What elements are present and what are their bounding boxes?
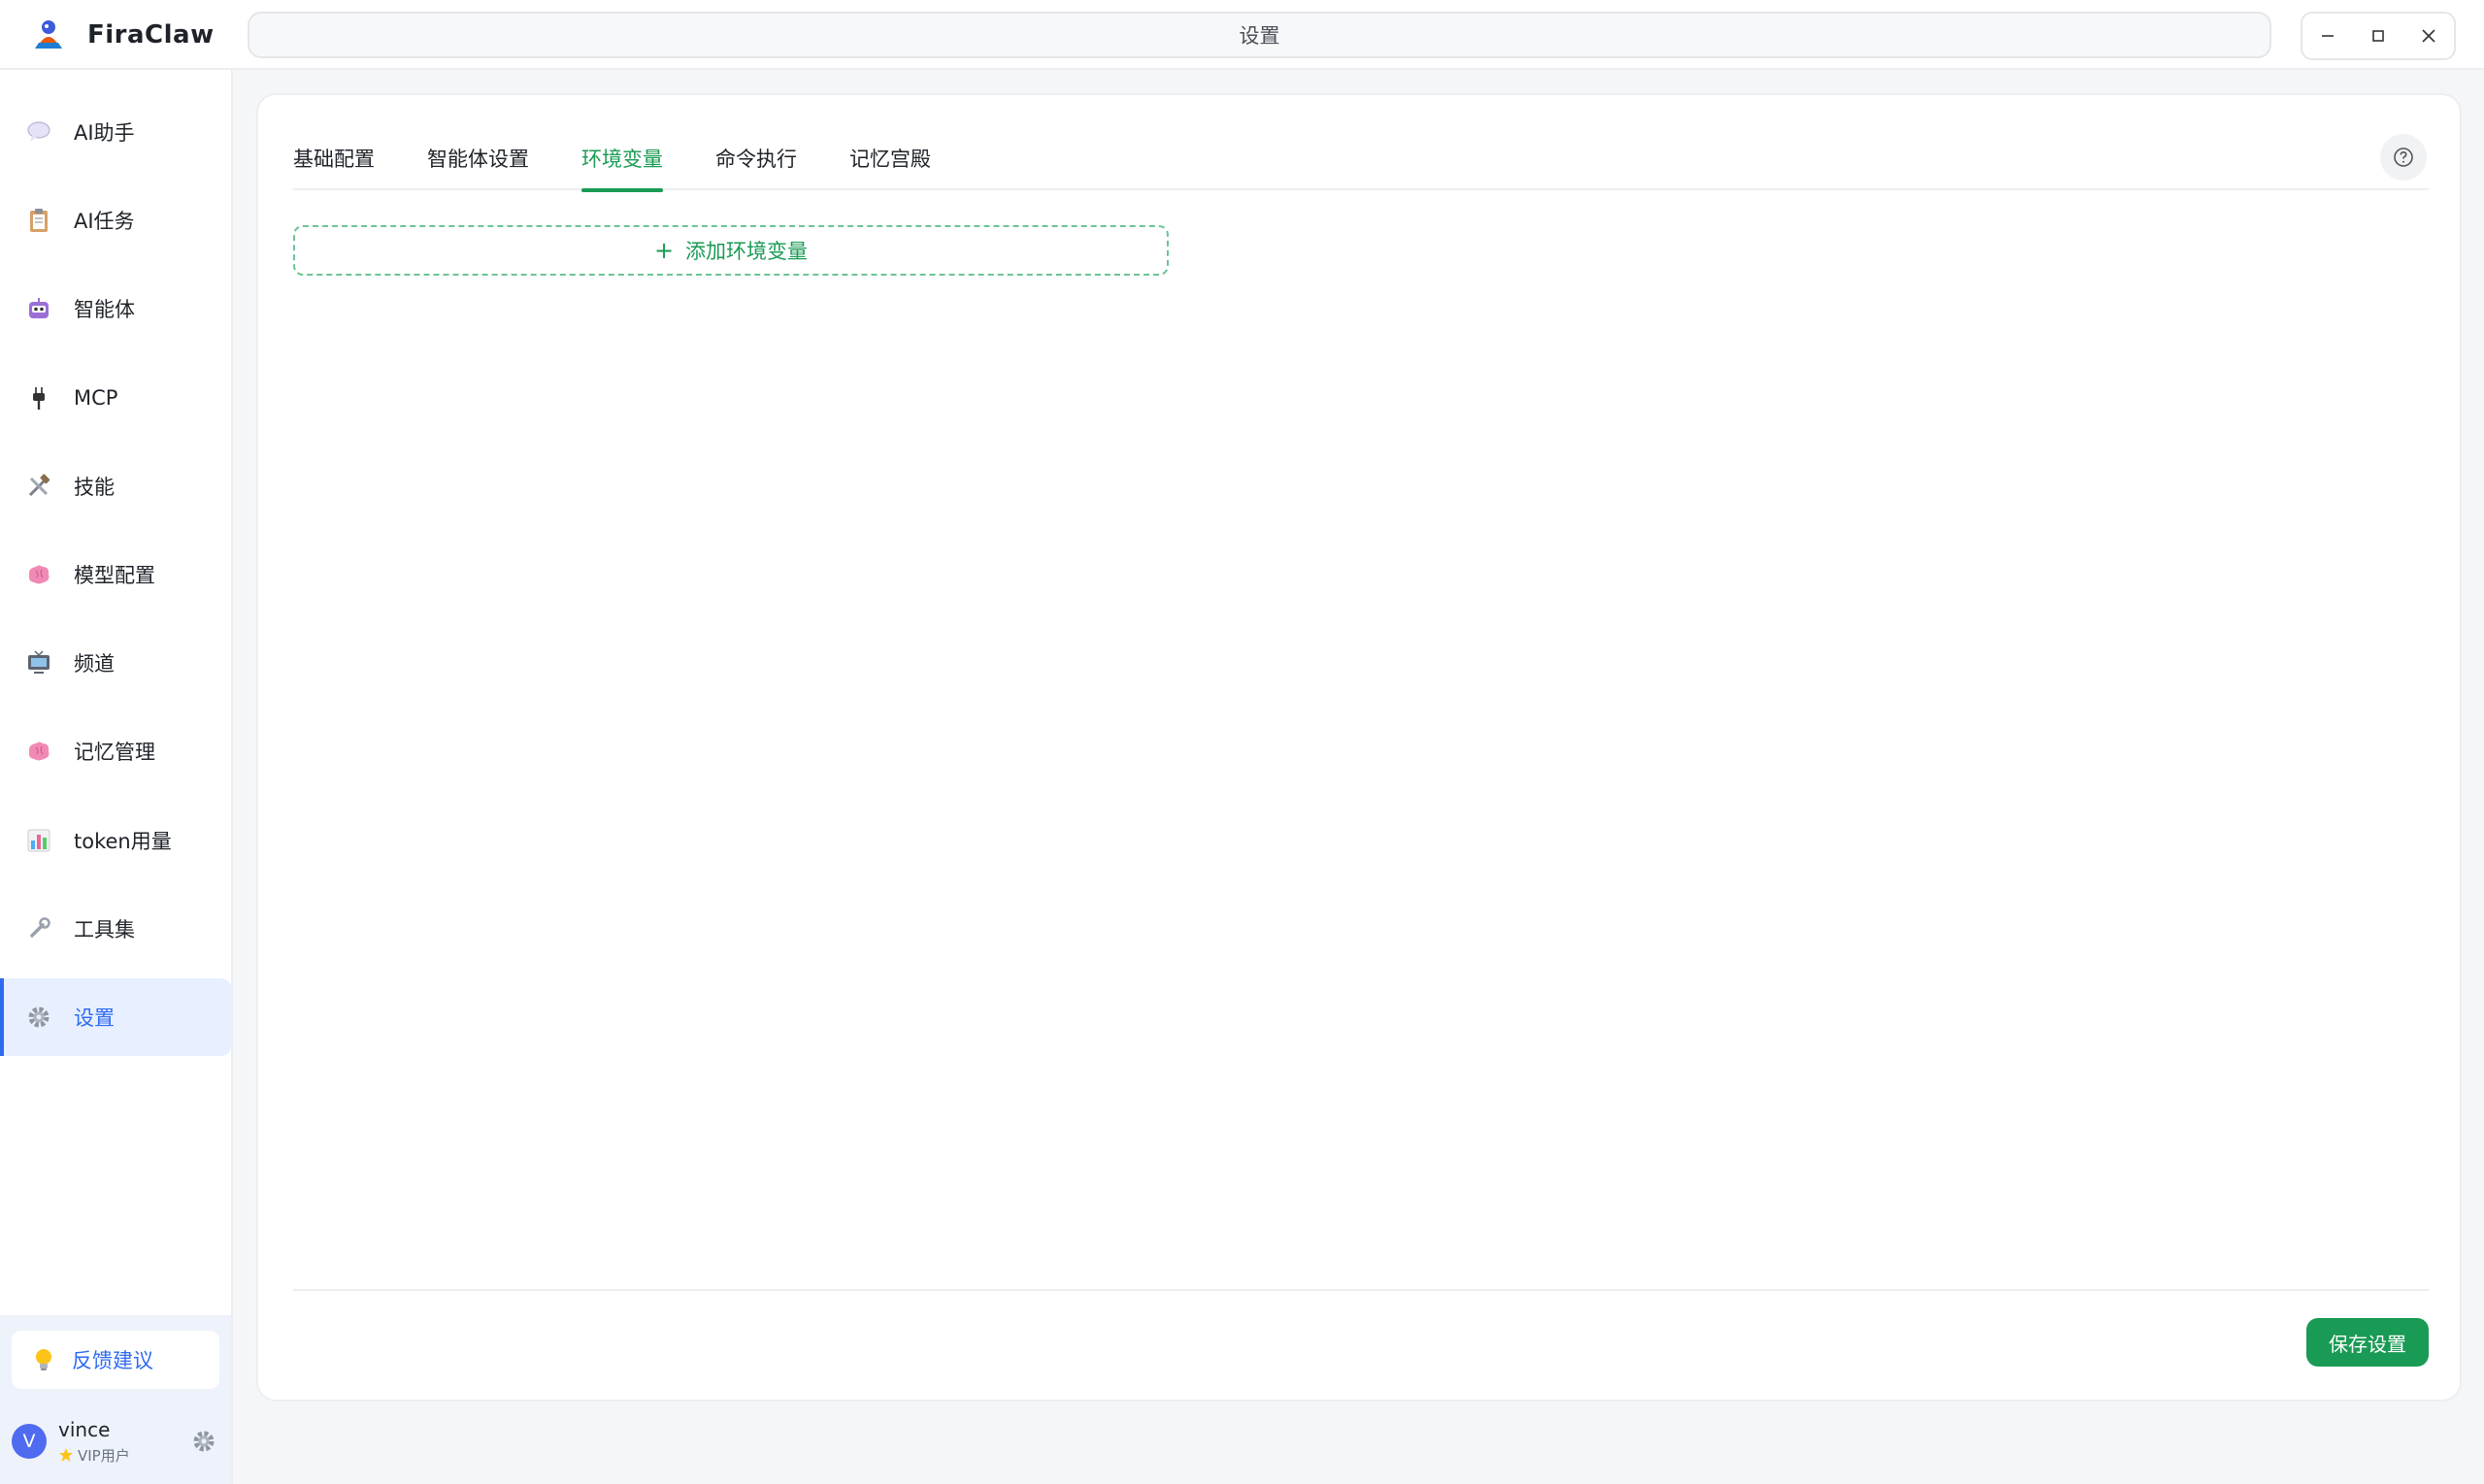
settings-panel: 基础配置 智能体设置 环境变量 命令执行 记忆宫殿 + 添加环境变量 保存设置 [256, 93, 2462, 1402]
minimize-icon [2322, 35, 2334, 37]
sidebar-item-model-config[interactable]: 模型配置 [0, 536, 231, 613]
sidebar-item-label: 技能 [74, 475, 115, 499]
sidebar-item-channels[interactable]: 频道 [0, 624, 231, 702]
gear-icon [23, 1002, 54, 1033]
sidebar-item-toolset[interactable]: 工具集 [0, 890, 231, 968]
add-env-variable-button[interactable]: + 添加环境变量 [293, 225, 1169, 276]
settings-tabs: 基础配置 智能体设置 环境变量 命令执行 记忆宫殿 [293, 134, 2429, 192]
add-env-label: 添加环境变量 [685, 240, 809, 263]
tv-icon [23, 647, 54, 678]
tab-memory-palace[interactable]: 记忆宫殿 [849, 134, 931, 190]
sidebar-item-label: AI助手 [74, 121, 135, 145]
user-info: vince VIP用户 [58, 1418, 130, 1466]
close-button[interactable] [2409, 16, 2448, 55]
help-button[interactable] [2380, 134, 2427, 181]
tab-agent-settings[interactable]: 智能体设置 [427, 134, 529, 190]
sidebar-nav: AI助手 AI任务 智能体 MCP 技能 模型配置 频道 记忆管理 token用… [0, 93, 231, 1067]
sidebar-item-ai-tasks[interactable]: AI任务 [0, 181, 231, 259]
sidebar-item-agents[interactable]: 智能体 [0, 270, 231, 347]
sidebar-item-settings[interactable]: 设置 [0, 977, 231, 1056]
sidebar-item-token-usage[interactable]: token用量 [0, 802, 231, 879]
sidebar-item-label: 工具集 [74, 917, 135, 941]
brand: FiraClaw [29, 14, 215, 56]
sidebar-item-ai-assistant[interactable]: AI助手 [0, 93, 231, 171]
maximize-icon [2372, 30, 2384, 42]
window-controls [2301, 12, 2456, 60]
app-name: FiraClaw [87, 20, 215, 49]
title-bar: FiraClaw 设置 [0, 0, 2484, 70]
app-window: FiraClaw 设置 AI助手 AI任务 智能体 MCP 技能 模型配置 频道… [0, 0, 2484, 1484]
question-circle-icon [2394, 148, 2413, 167]
plug-icon [23, 382, 54, 413]
sidebar-item-label: 记忆管理 [74, 741, 155, 765]
app-logo-icon [35, 20, 62, 49]
brain-icon [23, 559, 54, 590]
wrench-icon [23, 913, 54, 944]
close-icon [2422, 29, 2435, 43]
user-tier: VIP用户 [58, 1445, 130, 1466]
sidebar: AI助手 AI任务 智能体 MCP 技能 模型配置 频道 记忆管理 token用… [0, 70, 233, 1484]
tab-env-variables[interactable]: 环境变量 [581, 134, 663, 192]
feedback-button[interactable]: 反馈建议 [12, 1331, 219, 1389]
sidebar-item-skills[interactable]: 技能 [0, 447, 231, 525]
avatar[interactable]: V [12, 1424, 47, 1459]
sidebar-item-label: 模型配置 [74, 563, 155, 587]
save-settings-button[interactable]: 保存设置 [2306, 1318, 2429, 1367]
lightbulb-icon [36, 1349, 51, 1370]
sidebar-item-label: AI任务 [74, 210, 135, 234]
sidebar-item-label: 智能体 [74, 298, 135, 322]
chat-bubble-icon [23, 116, 54, 148]
plus-icon: + [653, 237, 675, 264]
clipboard-icon [23, 205, 54, 236]
sidebar-footer: 反馈建议 V vince VIP用户 [0, 1315, 231, 1484]
sidebar-item-label: token用量 [74, 829, 172, 853]
sidebar-item-label: 设置 [74, 1006, 115, 1030]
tab-basic-config[interactable]: 基础配置 [293, 134, 375, 190]
sidebar-item-mcp[interactable]: MCP [0, 359, 231, 437]
bar-chart-icon [23, 825, 54, 856]
sidebar-item-memory-management[interactable]: 记忆管理 [0, 712, 231, 790]
user-tier-label: VIP用户 [78, 1446, 130, 1465]
user-profile[interactable]: V vince VIP用户 [12, 1410, 223, 1472]
title-search-text: 设置 [1239, 24, 1280, 48]
maximize-button[interactable] [2359, 16, 2398, 55]
sidebar-item-label: 频道 [74, 652, 115, 676]
title-search-bar[interactable]: 设置 [248, 12, 2271, 58]
user-settings-gear-icon[interactable] [190, 1428, 217, 1455]
feedback-label: 反馈建议 [72, 1349, 153, 1372]
brain-icon [23, 736, 54, 767]
footer-divider [293, 1289, 2429, 1291]
robot-icon [23, 293, 54, 324]
sidebar-item-label: MCP [74, 385, 118, 410]
star-icon [59, 1448, 73, 1462]
tools-icon [23, 471, 54, 502]
minimize-button[interactable] [2308, 16, 2347, 55]
user-name: vince [58, 1417, 111, 1441]
tab-command-execution[interactable]: 命令执行 [715, 134, 797, 190]
